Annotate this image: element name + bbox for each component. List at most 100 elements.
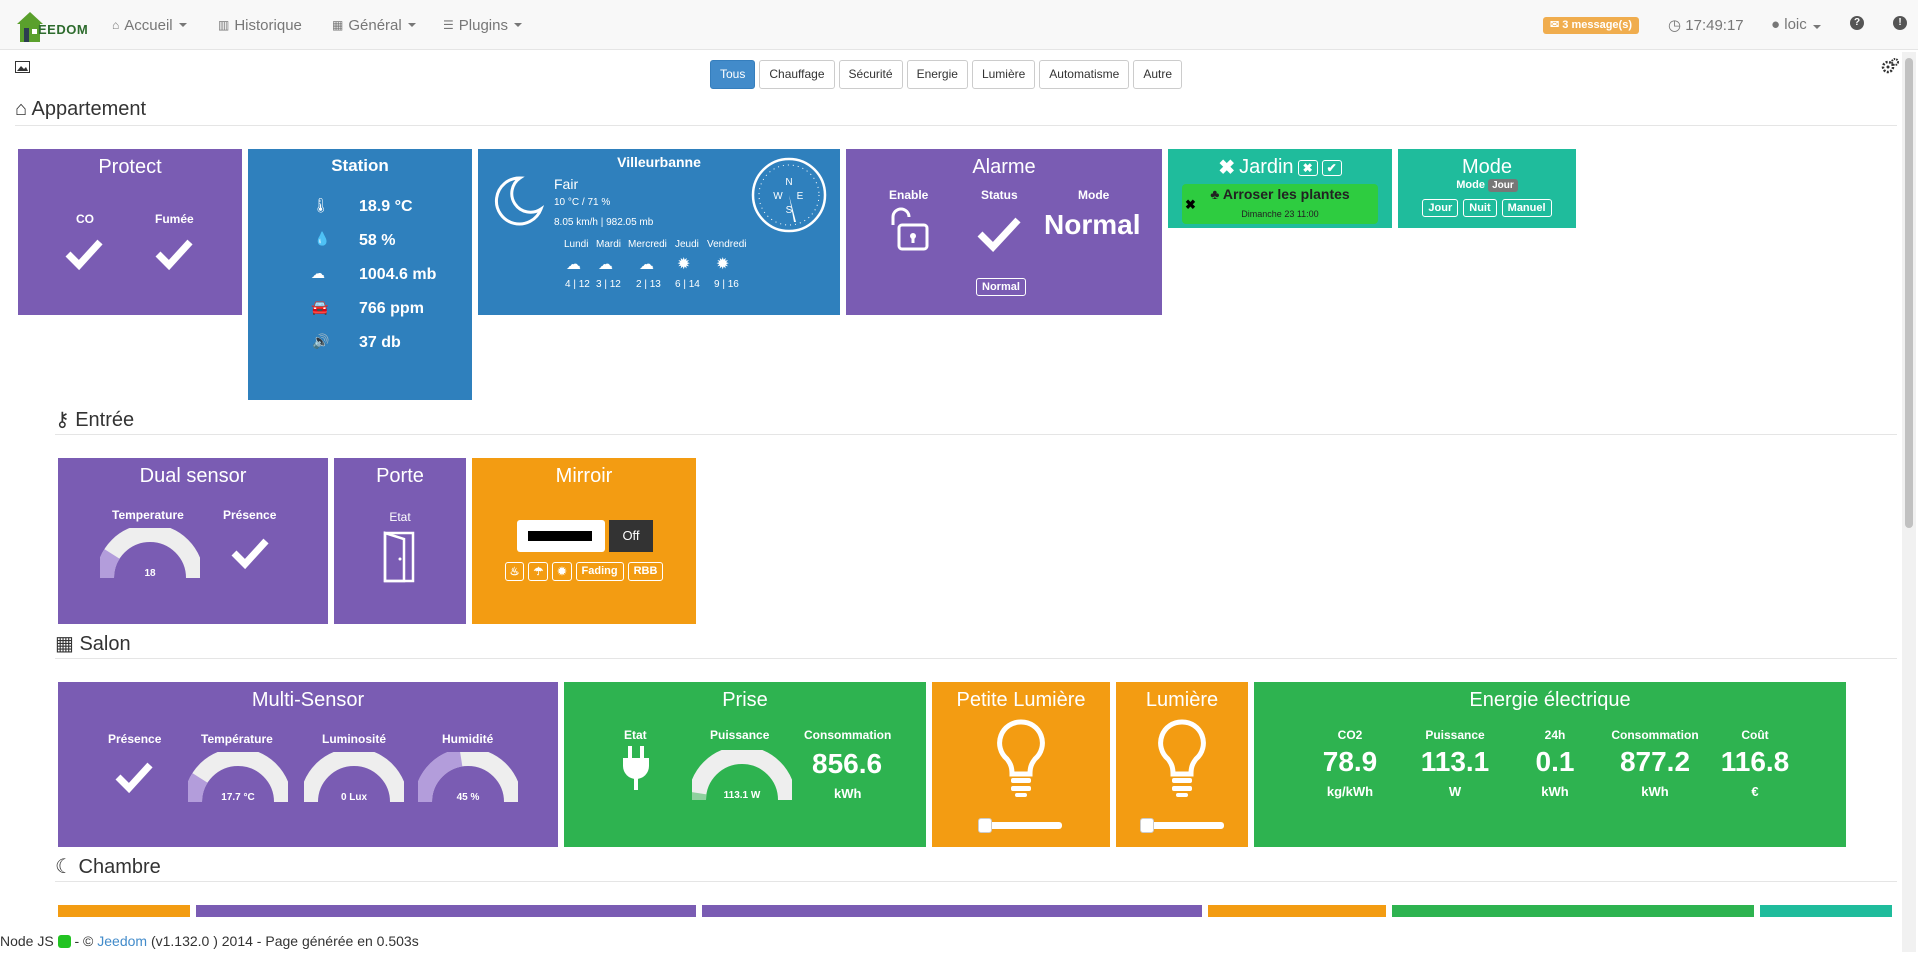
mode-manuel-button[interactable]: Manuel	[1501, 199, 1552, 217]
mode-nuit-button[interactable]: Nuit	[1463, 199, 1497, 217]
section-title: Appartement	[31, 98, 147, 120]
caret-down-icon	[407, 23, 416, 27]
section-chambre: ☾ Chambre	[55, 854, 161, 879]
label-puissance: Puissance	[710, 728, 770, 742]
label-etat: Etat	[624, 728, 647, 742]
forecast-day: Mercredi	[628, 239, 667, 250]
lightbulb-icon[interactable]	[995, 718, 1047, 798]
energy-unit: €	[1751, 784, 1759, 799]
nav-accueil-label: Accueil	[124, 16, 173, 34]
cancel-icon[interactable]: ✖	[1297, 159, 1318, 176]
category-filter: Tous Chauffage Sécurité Energie Lumière …	[710, 60, 1183, 89]
alert-icon[interactable]: !	[1893, 16, 1907, 30]
fading-button[interactable]: Fading	[575, 562, 624, 581]
nav-general[interactable]: ▦ Général	[332, 0, 416, 50]
fire-icon[interactable]: ♨	[504, 562, 525, 581]
nav-historique-label: Historique	[234, 16, 302, 34]
sun-icon: ✹	[716, 256, 730, 273]
alarm-normal-button[interactable]: Normal	[976, 278, 1026, 296]
tree-icon: ♣	[1210, 186, 1220, 202]
rbb-button[interactable]: RBB	[627, 562, 664, 581]
widget-chambre-1	[58, 905, 190, 917]
plug-icon[interactable]	[620, 744, 652, 792]
help-icon[interactable]: ?	[1850, 16, 1864, 30]
energy-unit: kg/kWh	[1326, 784, 1374, 799]
energy-label: CO2	[1337, 728, 1363, 742]
filter-tous[interactable]: Tous	[710, 60, 756, 89]
widget-meteo: Villeurbanne Fair 10 °C / 71 % 8.05 km/h…	[478, 149, 840, 315]
dimmer-slider-track[interactable]	[980, 822, 1062, 829]
unlock-icon[interactable]	[885, 205, 933, 251]
consumption-value: 856.6	[812, 748, 883, 779]
nav-accueil[interactable]: ⌂ Accueil	[112, 0, 187, 50]
forecast-day: Mardi	[596, 239, 622, 250]
dimmer-slider-track[interactable]	[1142, 822, 1224, 829]
label-luminosite: Luminosité	[322, 732, 387, 746]
energy-unit: kWh	[1541, 784, 1569, 799]
snow-cloud-icon: ☁	[566, 256, 581, 273]
compass-north: N	[785, 177, 792, 188]
dimmer-slider-handle[interactable]	[978, 818, 992, 833]
navbar: EEDOM ⌂ Accueil ▥ Historique ▦ Général ☰ Plu…	[0, 0, 1918, 50]
mode-jour-button[interactable]: Jour	[1422, 199, 1459, 217]
section-appartement: ⌂ Appartement	[15, 98, 146, 121]
home-icon: ⌂	[15, 98, 28, 120]
messages-count: 3 message(s)	[1562, 19, 1632, 31]
thermometer-icon: 🌡	[312, 197, 330, 213]
filter-securite[interactable]: Sécurité	[838, 60, 903, 89]
tasks-icon: ☰	[443, 18, 454, 32]
compass-icon: N W E S	[751, 157, 827, 233]
power-gauge: 113.1 W	[692, 750, 792, 801]
filter-automatisme[interactable]: Automatisme	[1039, 60, 1130, 89]
validate-icon[interactable]: ✔	[1321, 159, 1342, 176]
caret-down-icon	[1812, 25, 1821, 29]
widget-title: Multi-Sensor	[251, 689, 365, 711]
consumption-unit: kWh	[834, 786, 862, 801]
filter-chauffage[interactable]: Chauffage	[759, 60, 835, 89]
cloud-icon: ☁	[311, 265, 325, 281]
widget-chambre-4	[1208, 905, 1386, 917]
lightbulb-icon[interactable]	[1156, 718, 1208, 798]
forecast-temp: 6 | 14	[675, 279, 700, 290]
divider	[55, 881, 1897, 882]
sun-icon[interactable]: ✹	[552, 562, 572, 581]
divider	[55, 434, 1897, 435]
jeedom-link[interactable]: Jeedom	[97, 933, 147, 949]
widget-mirroir: Mirroir Off ♨ ☂ ✹ Fading RBB	[472, 458, 696, 624]
logo-text: EEDOM	[38, 22, 89, 37]
check-icon	[231, 538, 269, 570]
close-icon[interactable]: ✖	[1218, 155, 1235, 180]
messages-badge[interactable]: ✉ 3 message(s)	[1543, 17, 1639, 34]
widget-prise: Prise Etat Puissance Consommation 113.1 …	[564, 682, 926, 847]
umbrella-icon[interactable]: ☂	[528, 562, 549, 581]
user-menu[interactable]: ● loic	[1771, 16, 1821, 33]
energy-col-co2: CO2 78.9 kg/kWh	[1295, 728, 1405, 799]
door-icon	[383, 531, 415, 583]
filter-lumiere[interactable]: Lumière	[971, 60, 1036, 89]
off-button[interactable]: Off	[609, 520, 653, 552]
forecast-temp: 2 | 13	[636, 279, 661, 290]
label-mode: Mode	[1078, 188, 1110, 202]
filter-autre[interactable]: Autre	[1133, 60, 1183, 89]
cogs-icon[interactable]	[1881, 58, 1899, 74]
forecast-day: Vendredi	[707, 239, 747, 250]
widget-title: Mode	[1461, 156, 1513, 178]
filter-energie[interactable]: Energie	[906, 60, 968, 89]
scrollbar-thumb[interactable]	[1905, 58, 1913, 528]
moon-icon: ☾	[55, 856, 73, 878]
section-title: Salon	[79, 633, 131, 655]
temperature-gauge: 17.7 °C	[188, 752, 288, 803]
widget-title: Porte	[376, 465, 424, 487]
mode-current-badge: Jour	[1488, 179, 1518, 192]
nav-plugins[interactable]: ☰ Plugins	[443, 0, 522, 50]
energy-label: Coût	[1741, 728, 1769, 742]
forecast-temp: 3 | 12	[596, 279, 621, 290]
nav-historique[interactable]: ▥ Historique	[218, 0, 302, 50]
color-picker[interactable]	[517, 520, 605, 552]
widget-title: Dual sensor	[139, 465, 247, 487]
dimmer-slider-handle[interactable]	[1140, 818, 1154, 833]
scenario-item[interactable]: ✖ ♣ Arroser les plantes Dimanche 23 11:0…	[1182, 184, 1378, 224]
label-co: CO	[76, 212, 94, 226]
check-icon	[115, 762, 153, 794]
image-icon[interactable]	[15, 61, 30, 73]
